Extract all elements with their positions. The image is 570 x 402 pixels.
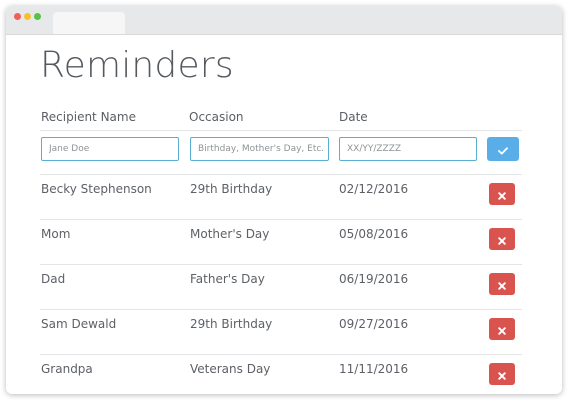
delete-reminder-button[interactable]: [489, 273, 515, 295]
delete-x-icon: [498, 365, 506, 384]
delete-reminder-button[interactable]: [489, 318, 515, 340]
delete-reminder-button[interactable]: [489, 183, 515, 205]
reminder-recipient: Grandpa: [41, 362, 93, 376]
minimize-window-dot-icon[interactable]: [24, 13, 31, 20]
browser-titlebar: [6, 6, 562, 35]
reminder-date: 09/27/2016: [339, 317, 409, 331]
delete-x-icon: [498, 275, 506, 294]
delete-x-icon: [498, 230, 506, 249]
reminder-recipient: Sam Dewald: [41, 317, 117, 331]
header-divider: [40, 130, 522, 131]
delete-x-icon: [498, 185, 506, 204]
column-header-occasion: Occasion: [189, 110, 244, 124]
add-reminder-button[interactable]: [487, 137, 519, 161]
reminder-occasion: Mother's Day: [190, 227, 270, 241]
row-divider: [40, 309, 522, 310]
check-icon: [498, 140, 508, 159]
reminder-date: 11/11/2016: [339, 362, 409, 376]
browser-window: Reminders Recipient Name Occasion Date B…: [6, 6, 562, 394]
occasion-input[interactable]: [190, 137, 329, 161]
reminder-recipient: Dad: [41, 272, 66, 286]
reminder-date: 06/19/2016: [339, 272, 409, 286]
date-input[interactable]: [339, 137, 477, 161]
maximize-window-dot-icon[interactable]: [34, 13, 41, 20]
reminder-recipient: Mom: [41, 227, 71, 241]
delete-reminder-button[interactable]: [489, 363, 515, 385]
row-divider: [40, 219, 522, 220]
row-divider: [40, 264, 522, 265]
reminder-recipient: Becky Stephenson: [41, 182, 152, 196]
reminder-date: 05/08/2016: [339, 227, 409, 241]
close-window-dot-icon[interactable]: [14, 13, 21, 20]
reminder-occasion: 29th Birthday: [190, 317, 273, 331]
reminder-occasion: Veterans Day: [190, 362, 271, 376]
column-header-recipient: Recipient Name: [41, 110, 136, 124]
row-divider: [40, 354, 522, 355]
browser-tab[interactable]: [53, 12, 125, 34]
reminder-occasion: Father's Day: [190, 272, 265, 286]
row-divider: [40, 174, 522, 175]
delete-x-icon: [498, 320, 506, 339]
page-title: Reminders: [40, 45, 234, 86]
reminder-occasion: 29th Birthday: [190, 182, 273, 196]
delete-reminder-button[interactable]: [489, 228, 515, 250]
reminders-page: Reminders Recipient Name Occasion Date B…: [6, 35, 562, 394]
reminder-date: 02/12/2016: [339, 182, 409, 196]
recipient-name-input[interactable]: [41, 137, 179, 161]
column-header-date: Date: [339, 110, 368, 124]
